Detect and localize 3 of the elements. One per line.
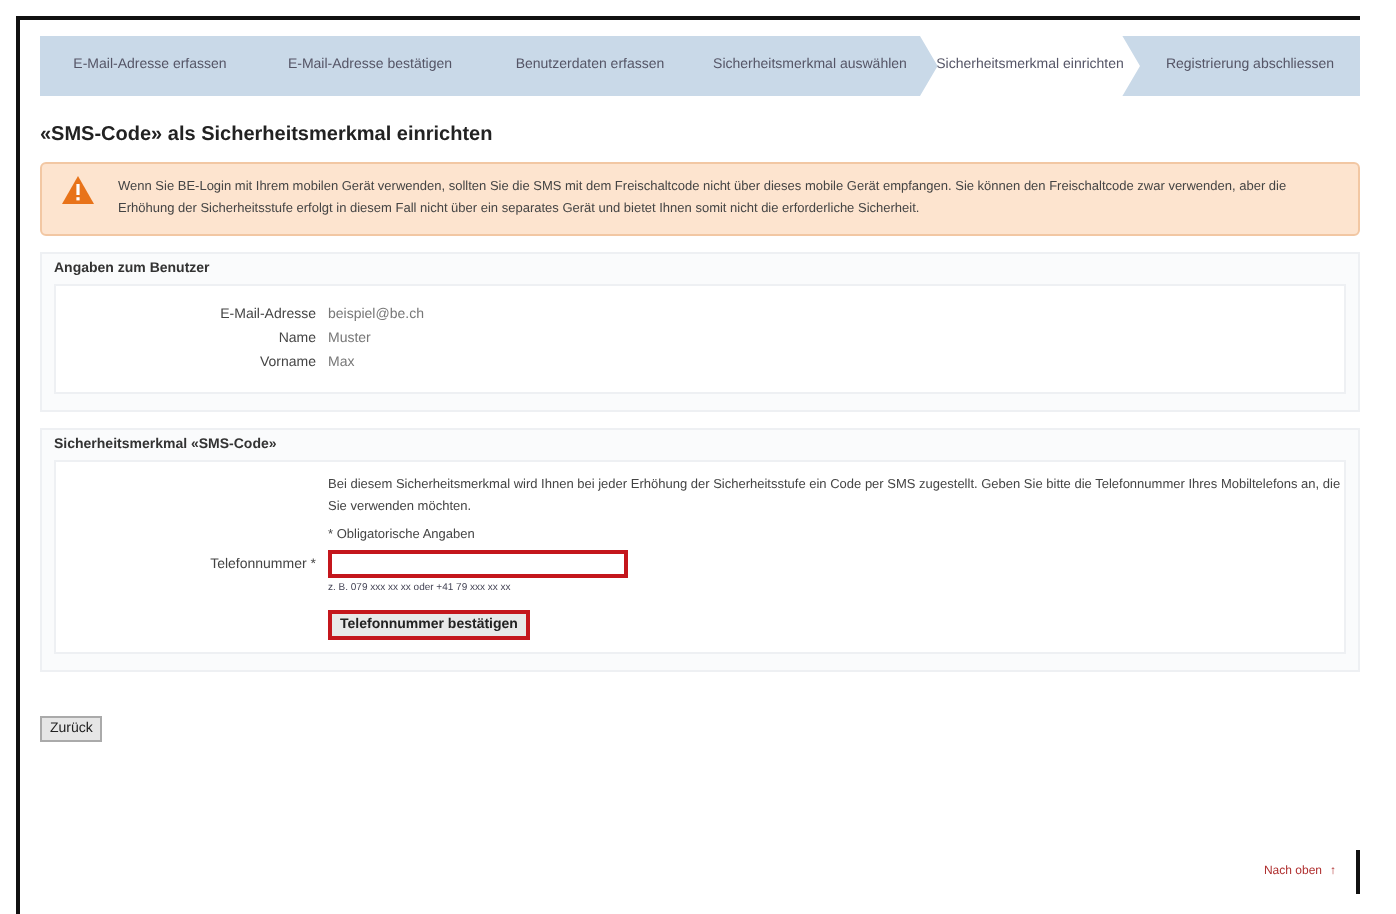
page-title: «SMS-Code» als Sicherheitsmerkmal einrichten	[40, 124, 495, 146]
phone-input[interactable]	[328, 550, 628, 579]
warning-icon	[62, 176, 94, 204]
